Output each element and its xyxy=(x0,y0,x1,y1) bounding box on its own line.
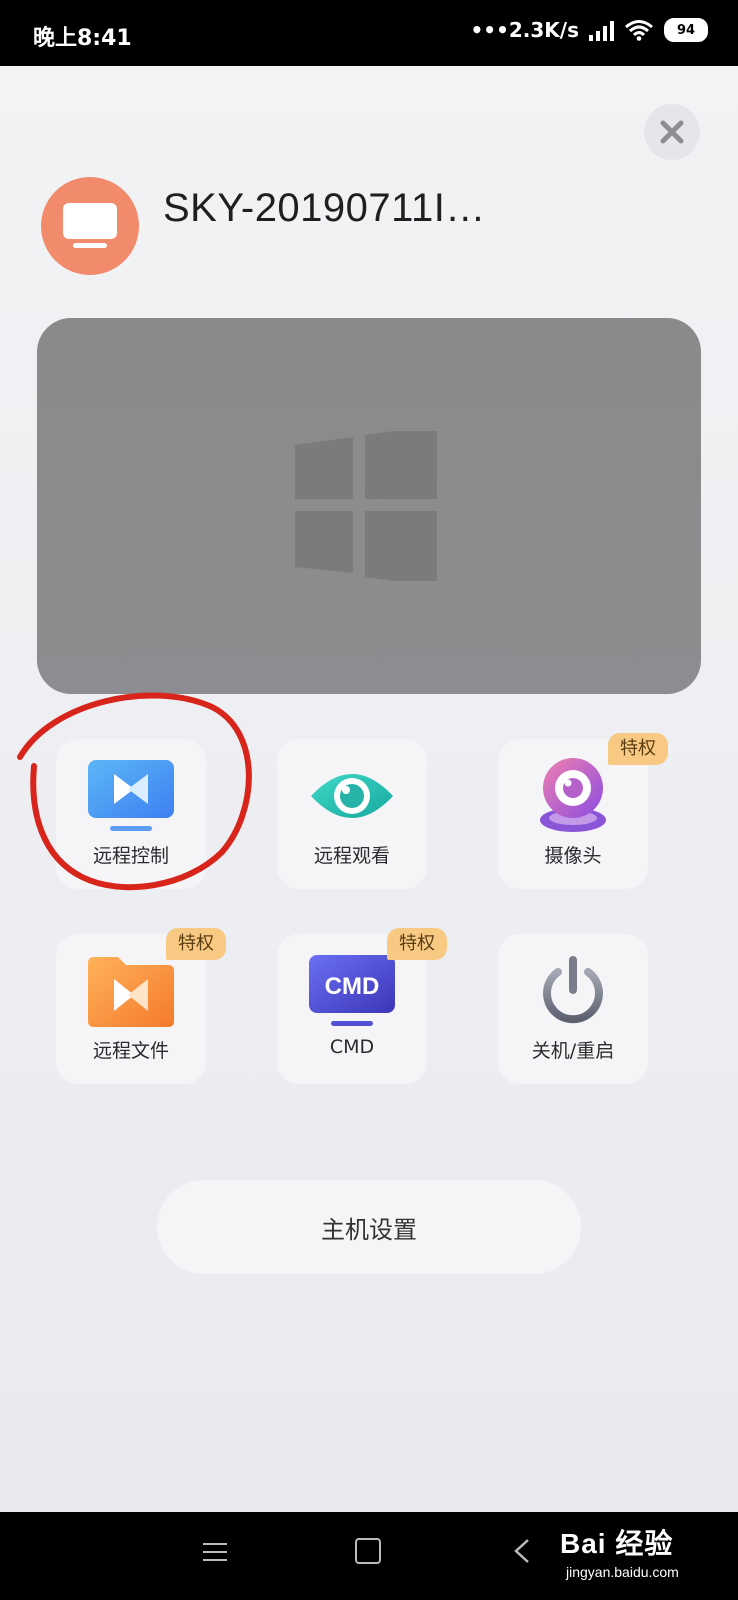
remote-control-button[interactable]: 远程控制 xyxy=(56,739,206,889)
watermark-sub: jingyan.baidu.com xyxy=(566,1564,679,1580)
monitor-icon xyxy=(63,203,117,248)
network-speed: •••2.3K/s xyxy=(470,18,580,42)
privilege-badge: 特权 xyxy=(387,928,447,960)
cmd-icon-text: CMD xyxy=(325,973,380,1000)
folder-icon xyxy=(88,957,174,1027)
eye-icon xyxy=(311,774,393,818)
status-time: 晚上8:41 xyxy=(33,26,132,51)
status-bar: 晚上8:41 •••2.3K/s 94 xyxy=(0,0,738,66)
host-avatar xyxy=(41,177,139,275)
cmd-label: CMD xyxy=(329,1036,375,1058)
wifi-icon xyxy=(625,20,653,41)
menu-icon[interactable] xyxy=(203,1542,227,1562)
status-indicators: •••2.3K/s 94 xyxy=(470,18,708,42)
host-name: SKY-20190711I… xyxy=(163,186,486,230)
navigation-bar: Bai 经验 jingyan.baidu.com xyxy=(0,1512,738,1600)
baidu-jingyan-watermark: Bai 经验 jingyan.baidu.com xyxy=(560,1522,679,1580)
watermark-main: Bai 经验 xyxy=(560,1528,674,1559)
close-button[interactable] xyxy=(644,104,700,160)
power-label: 关机/重启 xyxy=(531,1040,615,1062)
signal-icon xyxy=(589,19,614,41)
cmd-button[interactable]: 特权 CMD CMD xyxy=(277,928,447,1084)
remote-file-button[interactable]: 特权 远程文件 xyxy=(56,928,226,1084)
remote-view-label: 远程观看 xyxy=(313,845,390,867)
privilege-badge: 特权 xyxy=(608,733,668,765)
host-detail-sheet: SKY-20190711I… 远程控制 远程观看 特权 摄像头 特权 远程文件 … xyxy=(0,66,738,1512)
camera-label: 摄像头 xyxy=(544,845,602,867)
close-icon xyxy=(660,120,684,144)
power-icon xyxy=(543,956,603,1024)
windows-logo-icon xyxy=(295,431,437,581)
remote-file-label: 远程文件 xyxy=(92,1040,169,1062)
cmd-icon: CMD xyxy=(309,955,395,1026)
privilege-badge: 特权 xyxy=(166,928,226,960)
battery-icon: 94 xyxy=(664,18,708,42)
camera-button[interactable]: 特权 摄像头 xyxy=(498,733,668,889)
camera-icon xyxy=(540,758,606,832)
remote-control-icon xyxy=(88,760,174,831)
host-settings-button[interactable]: 主机设置 xyxy=(157,1180,581,1274)
screen-preview[interactable] xyxy=(37,318,701,694)
power-button[interactable]: 关机/重启 xyxy=(498,934,648,1084)
remote-view-button[interactable]: 远程观看 xyxy=(277,739,427,889)
home-icon[interactable] xyxy=(355,1538,381,1564)
remote-control-label: 远程控制 xyxy=(92,845,169,867)
back-icon[interactable] xyxy=(512,1538,532,1564)
